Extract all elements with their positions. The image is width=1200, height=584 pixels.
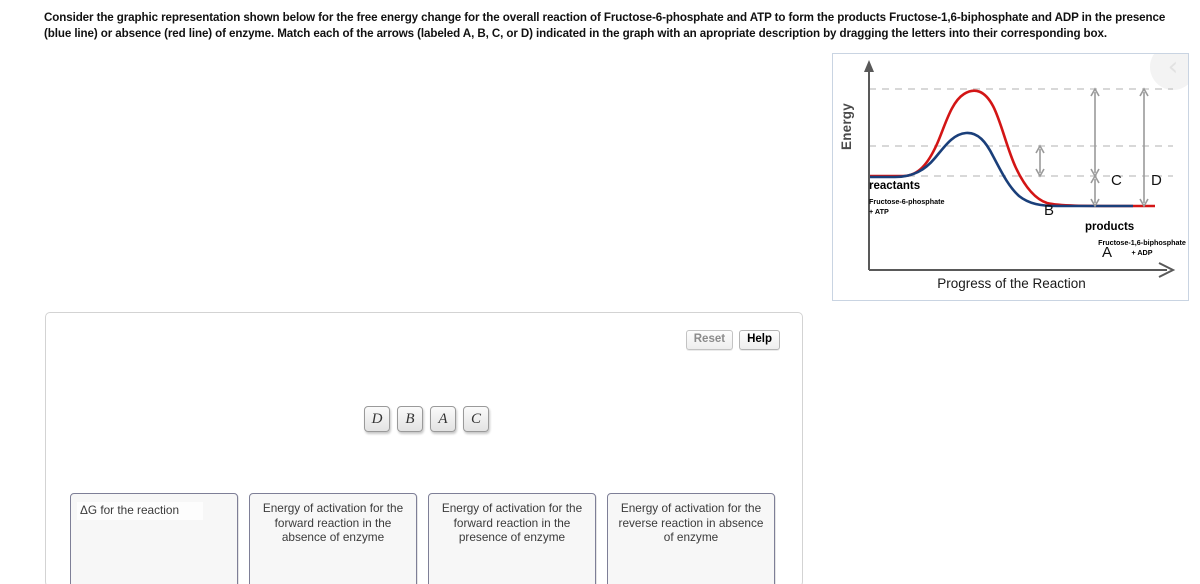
energy-diagram-svg [864,60,1176,278]
gridlines [869,88,1173,177]
arrow-label-b: B [1044,202,1055,219]
reactants-species-line2: + ATP [869,207,889,216]
page-root: Consider the graphic representation show… [0,0,1200,584]
matching-exercise-panel: Reset Help D B A C ΔG for the reaction E… [45,312,803,584]
reactants-species-line1: Fructose-6-phosphate [869,197,945,206]
dropbox-ea-forward-absence[interactable]: Energy of activation for the forward rea… [249,493,417,584]
letter-tile-b[interactable]: B [397,406,423,432]
x-axis [869,262,1176,278]
exercise-toolbar: Reset Help [685,330,780,350]
curve-with-enzyme [870,131,1133,208]
reset-button[interactable]: Reset [685,330,734,350]
products-species: Fructose-1,6-biphosphate + ADP [1077,238,1188,258]
letter-tile-a[interactable]: A [430,406,456,432]
help-button[interactable]: Help [739,330,780,350]
reactants-species: Fructose-6-phosphate + ATP [869,197,944,217]
products-species-line1: Fructose-1,6-biphosphate [1098,238,1186,247]
energy-diagram-panel: ‹ Energy Progress of the Reaction reacta… [832,53,1189,301]
measurement-arrows [1035,87,1149,208]
y-axis-label: Energy [839,103,854,150]
products-species-line2: + ADP [1131,248,1153,257]
question-prompt: Consider the graphic representation show… [44,11,1166,40]
dropbox-delta-g[interactable]: ΔG for the reaction [70,493,238,584]
dropzone-row: ΔG for the reaction Energy of activation… [70,493,775,584]
draggable-letter-tiles: D B A C [364,406,489,432]
dropbox-label: Energy of activation for the forward rea… [441,501,583,544]
dropbox-label: Energy of activation for the forward rea… [262,501,404,544]
y-axis [864,60,874,270]
products-label: products [1085,221,1135,233]
dropbox-ea-reverse-absence[interactable]: Energy of activation for the reverse rea… [607,493,775,584]
letter-tile-c[interactable]: C [463,406,489,432]
dropbox-label: Energy of activation for the reverse rea… [618,501,764,544]
x-axis-label: Progress of the Reaction [937,276,1086,291]
arrow-label-d: D [1151,172,1162,189]
letter-tile-d[interactable]: D [364,406,390,432]
dropbox-ea-forward-presence[interactable]: Energy of activation for the forward rea… [428,493,596,584]
dropbox-label: ΔG for the reaction [77,502,204,520]
arrow-label-a: A [1102,244,1113,261]
arrow-label-c: C [1111,172,1122,189]
reactants-label: reactants [869,180,921,192]
